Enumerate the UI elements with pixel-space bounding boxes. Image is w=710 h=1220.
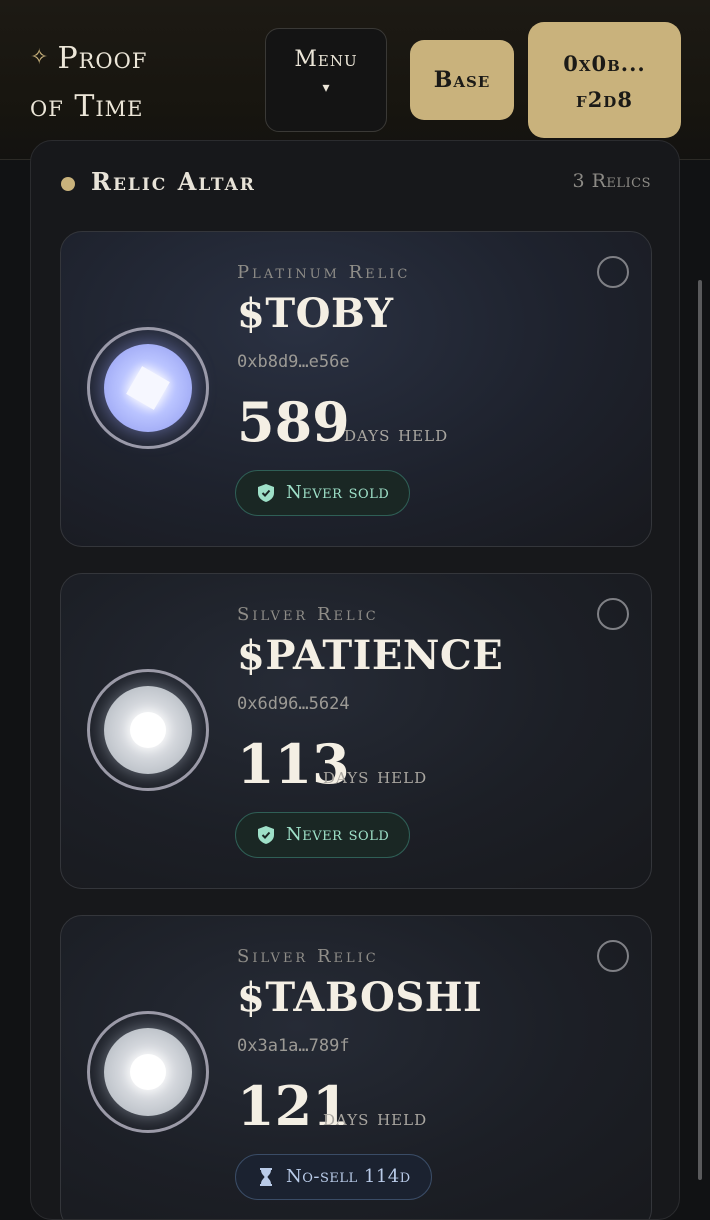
relic-count: 3 Relics [572,170,651,192]
scrollbar[interactable] [698,280,702,1180]
token-address: 0xb8d9…e56e [237,352,350,372]
network-button[interactable]: Base [410,40,514,120]
days-held-count: 589 [237,390,350,454]
silver-orb-icon [104,1028,192,1116]
relic-card[interactable]: Silver Relic $PATIENCE 0x6d96…5624 113 d… [60,573,652,889]
orb-core [130,1054,166,1090]
relic-altar-panel: Relic Altar 3 Relics Platinum Relic $TOB… [30,140,680,1220]
select-radio[interactable] [597,598,629,630]
status-badge: No-sell 114d [235,1154,432,1200]
panel-header: Relic Altar 3 Relics [31,161,679,205]
menu-button[interactable]: Menu ▾ [265,28,387,132]
brand-line-2: of Time [30,89,144,124]
relic-ticker: $TOBY [237,290,394,337]
relic-tier: Silver Relic [237,946,379,967]
status-badge: Never sold [235,812,411,858]
token-address: 0x6d96…5624 [237,694,350,714]
sparkle-icon: ✧ [30,45,50,70]
relic-tier: Silver Relic [237,604,379,625]
brand-line-1: Proof [57,41,148,76]
status-badge: Never sold [235,470,411,516]
relic-card[interactable]: Platinum Relic $TOBY 0xb8d9…e56e 589 day… [60,231,652,547]
status-text: No-sell 114d [286,1166,411,1187]
orb-core [130,712,166,748]
shield-check-icon [258,484,274,502]
days-held-label: days held [323,764,428,788]
shield-check-icon [258,826,274,844]
relic-card[interactable]: Silver Relic $TABOSHI 0x3a1a…789f 121 da… [60,915,652,1219]
brand-logo[interactable]: ✧ Proof of Time [30,34,147,131]
diamond-icon [126,366,170,410]
relic-orb [87,327,209,449]
token-address: 0x3a1a…789f [237,1036,350,1056]
platinum-orb-icon [104,344,192,432]
relic-list: Platinum Relic $TOBY 0xb8d9…e56e 589 day… [60,231,652,1219]
panel-title: Relic Altar [91,167,256,196]
menu-label: Menu [294,47,358,72]
wallet-address-line-1: 0x0b... [563,51,646,76]
days-held-label: days held [344,422,449,446]
chevron-down-icon: ▾ [322,80,330,96]
relic-orb [87,669,209,791]
wallet-button[interactable]: 0x0b... f2d8 [528,22,681,138]
gold-dot-icon [61,177,75,191]
select-radio[interactable] [597,256,629,288]
wallet-address-line-2: f2d8 [576,87,633,112]
days-held-label: days held [323,1106,428,1130]
status-text: Never sold [286,824,390,845]
app-header: ✧ Proof of Time Menu ▾ Base 0x0b... f2d8 [0,0,710,160]
select-radio[interactable] [597,940,629,972]
status-text: Never sold [286,482,390,503]
hourglass-icon [260,1168,272,1186]
relic-tier: Platinum Relic [237,262,411,283]
relic-ticker: $TABOSHI [237,974,483,1021]
silver-orb-icon [104,686,192,774]
relic-ticker: $PATIENCE [237,632,504,679]
relic-orb [87,1011,209,1133]
